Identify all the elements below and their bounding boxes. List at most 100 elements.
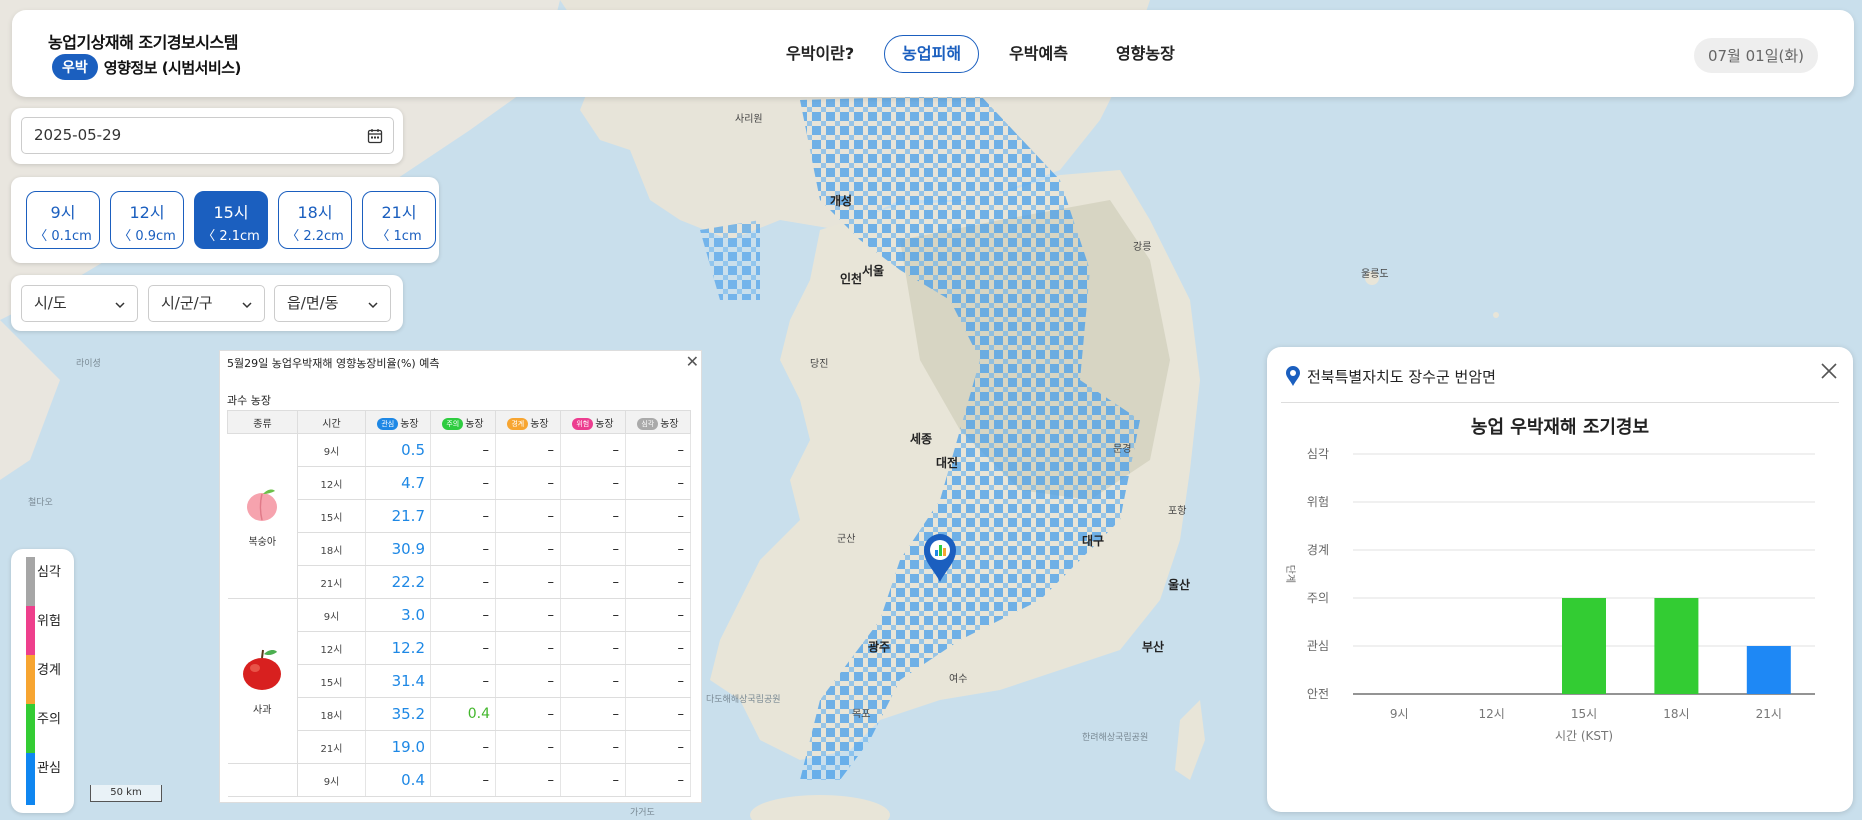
- farm-panel-title: 5월29일 농업우박재해 영향농장비율(%) 예측: [227, 357, 440, 370]
- map-pin-icon: [1286, 366, 1300, 386]
- time-button-18[interactable]: 18시 〈 2.2cm: [278, 191, 352, 249]
- map-label-gaeseong: 개성: [830, 194, 853, 208]
- time-button-9[interactable]: 9시 〈 0.1cm: [26, 191, 100, 249]
- ratio-cell: –: [495, 664, 561, 698]
- ratio-cell: –: [430, 598, 496, 632]
- close-icon[interactable]: [1819, 361, 1839, 381]
- table-row: 15시 21.7– – – –: [228, 499, 691, 533]
- logo-subtitle: 우박 영향정보 (시범서비스): [52, 54, 241, 80]
- ratio-cell: –: [625, 664, 691, 698]
- x-axis-label: 시간 (KST): [1555, 729, 1613, 743]
- main-nav: 우박이란? 농업피해 우박예측 영향농장: [768, 35, 1193, 73]
- table-row: 사과 9시 3.0– – – –: [227, 598, 691, 764]
- panel-divider: [1281, 402, 1839, 403]
- bar-4: [1746, 646, 1791, 694]
- warning-chart: 농업 우박재해 조기경보안전 관심 주의 경계 위험 심각단계 9시 12시 15시 18시 21시…: [1284, 417, 1815, 743]
- peach-icon: [247, 489, 278, 521]
- nav-affected-farms[interactable]: 영향농장: [1098, 35, 1193, 73]
- time-button-15[interactable]: 15시 〈 2.1cm: [194, 191, 268, 249]
- ratio-cell: –: [430, 565, 496, 599]
- ratio-cell: 21.7: [365, 499, 431, 533]
- ratio-cell: –: [625, 532, 691, 566]
- map-label-park: 다도해해상국립공원: [706, 695, 781, 705]
- table-row: 18시 35.2 0.4– – –: [228, 697, 691, 731]
- col-level-2: 주의 농장: [430, 410, 496, 434]
- location-chart-panel: 전북특별자치도 장수군 번암면 농업 우박재해 조기경보 안전 관심 주의 경계 위험 심각…: [1267, 347, 1853, 812]
- bar-2: [1562, 598, 1606, 694]
- table-row: 21시 19.0– – – –: [228, 730, 691, 764]
- map-label-sea: 라이셩: [76, 359, 101, 369]
- time-cell: 15시: [297, 499, 366, 533]
- time-cell: 12시: [297, 631, 366, 665]
- col-level-3: 경계 농장: [495, 410, 561, 434]
- ratio-cell: 31.4: [365, 664, 431, 698]
- ratio-cell: 0.4: [365, 763, 431, 797]
- bar-3: [1654, 598, 1699, 694]
- ratio-cell: –: [495, 598, 561, 632]
- town-select[interactable]: 읍/면/동: [274, 285, 391, 322]
- map-label-place: 포항: [1168, 506, 1187, 517]
- time-cell: 21시: [297, 565, 366, 599]
- ratio-cell: –: [430, 466, 496, 500]
- time-cell: 18시: [297, 697, 366, 731]
- farm-table-body: 복숭아 9시 0.5– – – –12시 4.7– – – –15시 21.7– – – –18시 30.9…: [227, 433, 691, 797]
- ratio-cell: –: [430, 730, 496, 764]
- x-tick-label: 15시: [1571, 707, 1597, 721]
- nav-what-is-hail[interactable]: 우박이란?: [768, 35, 872, 73]
- ratio-cell: –: [560, 499, 626, 533]
- nav-agri-damage[interactable]: 농업피해: [884, 35, 980, 73]
- farm-label: 농장: [595, 418, 614, 430]
- crop-cell: 사과: [227, 598, 298, 764]
- time-hour: 21시: [381, 203, 417, 222]
- legend-label: 주의: [37, 712, 61, 727]
- province-select[interactable]: 시/도: [21, 285, 138, 322]
- crop-cell: 복숭아: [227, 433, 298, 599]
- calendar-icon[interactable]: [367, 128, 383, 144]
- region-panel: 시/도 시/군/구 읍/면/동: [11, 275, 403, 331]
- city-select[interactable]: 시/군/구: [148, 285, 265, 322]
- y-tick-label: 심각: [1307, 447, 1329, 461]
- ratio-cell: –: [495, 697, 561, 731]
- legend-bar-danger: [26, 606, 35, 655]
- ratio-cell: –: [495, 433, 561, 467]
- province-select-value: 시/도: [34, 294, 67, 312]
- chevron-down-icon: [368, 302, 378, 309]
- ratio-cell: –: [495, 532, 561, 566]
- time-hail-size: 〈 2.1cm: [202, 229, 260, 244]
- level-legend: 심각 위험 경계 주의 관심: [11, 549, 74, 813]
- table-row: 12시 4.7– – – –: [228, 466, 691, 500]
- ratio-cell: –: [625, 499, 691, 533]
- close-icon[interactable]: ✕: [686, 352, 699, 371]
- ratio-cell: –: [625, 466, 691, 500]
- time-cell: 18시: [297, 532, 366, 566]
- col-time: 시간: [297, 410, 366, 434]
- ratio-cell: –: [560, 763, 626, 797]
- ratio-cell: –: [625, 697, 691, 731]
- legend-bar-attention: [26, 753, 35, 805]
- time-cell: 21시: [297, 730, 366, 764]
- ratio-cell: –: [430, 433, 496, 467]
- map-label-sea: 가거도: [630, 808, 655, 818]
- farm-label: 농장: [400, 418, 419, 430]
- y-tick-label: 주의: [1307, 591, 1329, 605]
- col-level-1: 관심 농장: [365, 410, 431, 434]
- date-input[interactable]: 2025-05-29: [21, 117, 394, 154]
- farm-label: 농장: [530, 418, 549, 430]
- y-tick-label: 경계: [1307, 543, 1329, 557]
- map-label-park: 한려해상국립공원: [1082, 733, 1149, 743]
- hail-badge: 우박: [52, 54, 98, 80]
- time-hail-size: 〈 2.2cm: [286, 229, 344, 244]
- chevron-down-icon: [115, 302, 125, 309]
- ratio-cell: –: [560, 598, 626, 632]
- date-panel: 2025-05-29: [11, 108, 403, 164]
- ratio-cell: 0.4: [430, 697, 496, 731]
- legend-bar-caution: [26, 704, 35, 753]
- nav-hail-forecast[interactable]: 우박예측: [991, 35, 1086, 73]
- legend-label: 위험: [37, 614, 61, 629]
- time-cell: 12시: [297, 466, 366, 500]
- map-label-sea: 철다오: [28, 498, 53, 508]
- time-button-12[interactable]: 12시 〈 0.9cm: [110, 191, 184, 249]
- ratio-cell: –: [560, 631, 626, 665]
- time-button-21[interactable]: 21시 〈 1cm: [362, 191, 436, 249]
- map-label-place: 당진: [810, 359, 829, 370]
